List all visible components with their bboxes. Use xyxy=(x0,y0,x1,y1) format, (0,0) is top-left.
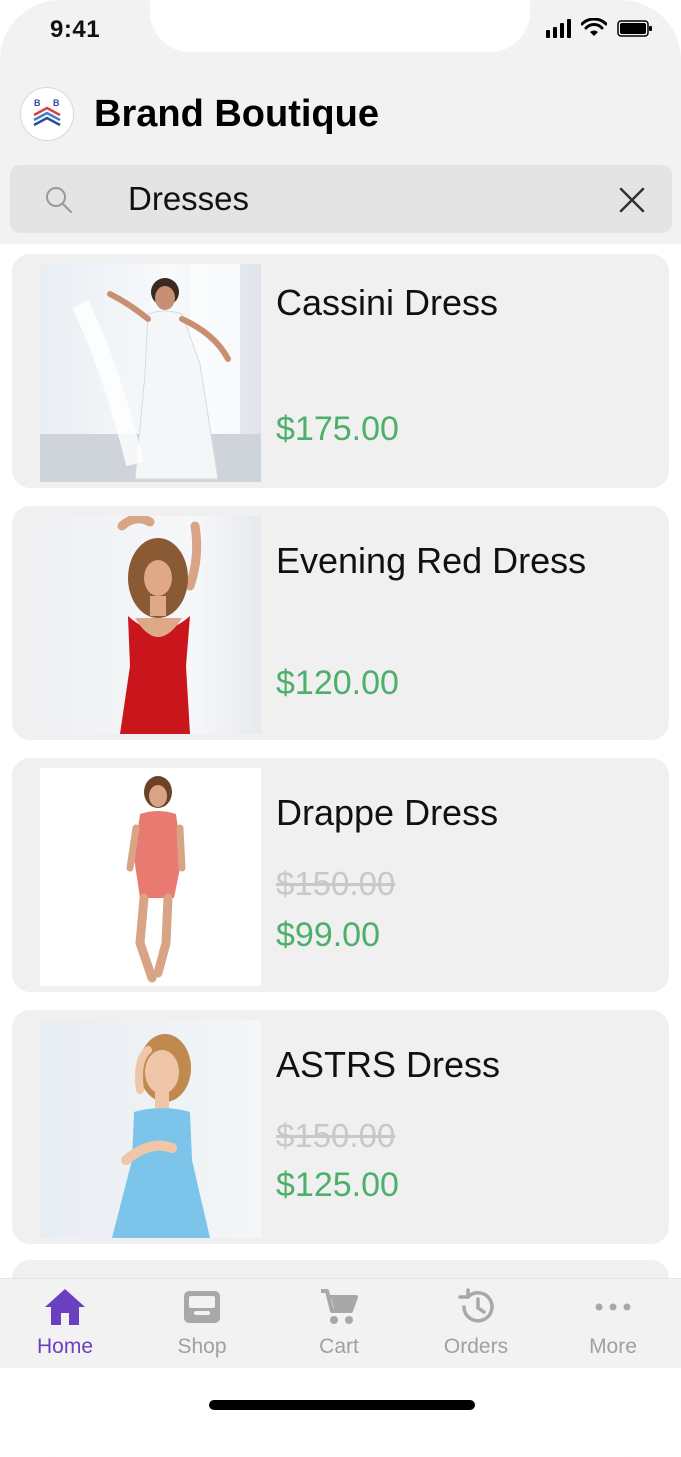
tab-label: More xyxy=(589,1335,637,1358)
product-name: Cassini Dress xyxy=(276,282,499,323)
product-card[interactable]: Drappe Dress $150.00 $99.00 xyxy=(12,758,669,992)
product-original-price: $150.00 xyxy=(276,865,396,902)
status-bar: 9:41 xyxy=(0,0,681,60)
product-price: $175.00 xyxy=(276,410,399,448)
product-name: ASTRS Dress xyxy=(276,1044,501,1085)
tab-cart[interactable]: Cart xyxy=(284,1287,394,1367)
product-image xyxy=(40,768,261,986)
close-icon[interactable] xyxy=(618,186,646,214)
product-image xyxy=(40,1020,261,1238)
product-image xyxy=(40,516,261,734)
product-name: Drappe Dress xyxy=(276,792,499,833)
tab-label: Orders xyxy=(443,1335,509,1358)
signal-icon xyxy=(546,18,571,38)
home-indicator-area xyxy=(0,1368,681,1457)
product-card[interactable]: Evening Red Dress $120.00 xyxy=(12,506,669,740)
home-indicator[interactable] xyxy=(209,1400,475,1410)
tab-orders[interactable]: Orders xyxy=(421,1287,531,1367)
product-name: Evening Red Dress xyxy=(276,540,587,581)
home-icon xyxy=(45,1289,85,1325)
status-icons xyxy=(546,18,653,38)
cart-icon xyxy=(321,1289,358,1324)
brand-logo[interactable]: B B xyxy=(20,87,74,141)
tab-home[interactable]: Home xyxy=(10,1287,120,1367)
product-image xyxy=(40,264,261,482)
inbox-icon xyxy=(184,1291,220,1323)
app-header: B B Brand Boutique xyxy=(20,86,379,142)
product-card[interactable]: Cassini Dress $175.00 xyxy=(12,254,669,488)
tab-bar: Home Shop Cart Orders More xyxy=(0,1278,681,1368)
more-icon xyxy=(595,1303,631,1311)
product-price: $120.00 xyxy=(276,664,399,702)
page-title: Brand Boutique xyxy=(94,92,379,135)
search-input[interactable] xyxy=(128,175,598,223)
search-bar[interactable] xyxy=(10,165,672,233)
logo-icon: B B xyxy=(33,98,61,127)
battery-icon xyxy=(617,20,652,37)
tab-label: Shop xyxy=(177,1335,227,1358)
phone-screen: 9:41 B B Brand Boutique Dresses Cassini … xyxy=(0,0,681,1457)
history-icon xyxy=(458,1288,494,1323)
tab-label: Cart xyxy=(319,1335,359,1358)
tab-more[interactable]: More xyxy=(558,1287,668,1367)
wifi-icon xyxy=(581,18,607,36)
notch xyxy=(150,0,530,52)
svg-text:B: B xyxy=(34,98,41,108)
product-original-price: $150.00 xyxy=(276,1117,396,1154)
svg-text:B: B xyxy=(53,98,60,108)
product-price: $125.00 xyxy=(276,1166,399,1204)
status-time: 9:41 xyxy=(50,16,101,43)
search-icon xyxy=(46,187,72,213)
product-card[interactable]: ASTRS Dress $150.00 $125.00 xyxy=(12,1010,669,1244)
product-price: $99.00 xyxy=(276,916,380,954)
tab-label: Home xyxy=(36,1335,94,1358)
tab-shop[interactable]: Shop xyxy=(147,1287,257,1367)
